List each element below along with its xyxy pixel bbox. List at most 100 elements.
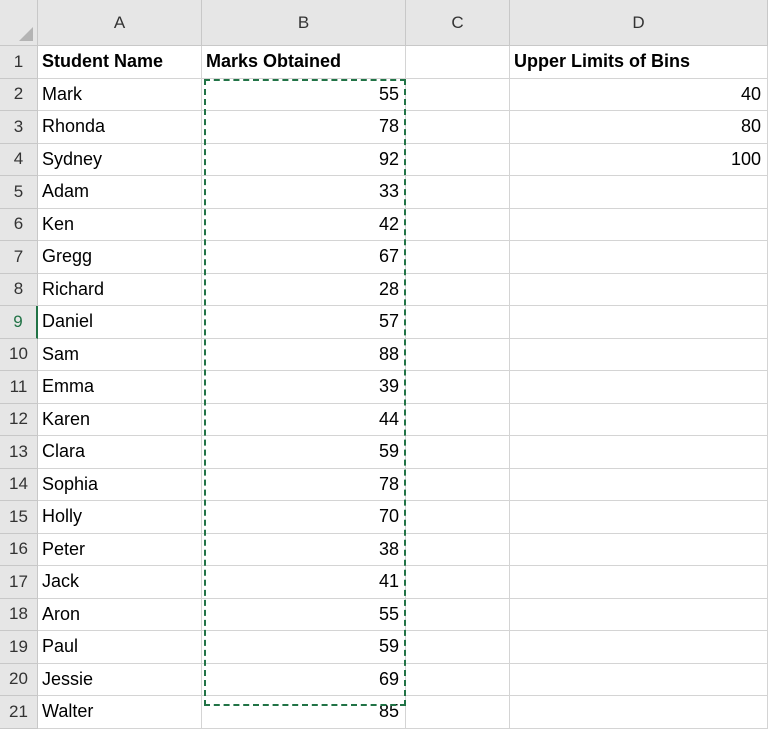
cell-d[interactable] — [510, 696, 768, 729]
row-header[interactable]: 5 — [0, 176, 38, 209]
cell-a[interactable]: Holly — [38, 501, 202, 534]
cell-b[interactable]: 59 — [202, 436, 406, 469]
row-header[interactable]: 16 — [0, 533, 38, 566]
row-header[interactable]: 6 — [0, 208, 38, 241]
column-header-c[interactable]: C — [406, 0, 510, 46]
cell-c[interactable] — [406, 338, 510, 371]
cell-a[interactable]: Emma — [38, 371, 202, 404]
cell-b[interactable]: 70 — [202, 501, 406, 534]
row-header[interactable]: 2 — [0, 78, 38, 111]
cell-a[interactable]: Peter — [38, 533, 202, 566]
cell-d[interactable]: 100 — [510, 143, 768, 176]
cell-b[interactable]: 55 — [202, 78, 406, 111]
cell-a[interactable]: Adam — [38, 176, 202, 209]
cell-b[interactable]: 42 — [202, 208, 406, 241]
cell-b[interactable]: 69 — [202, 663, 406, 696]
row-header[interactable]: 19 — [0, 631, 38, 664]
row-header[interactable]: 10 — [0, 338, 38, 371]
cell-d[interactable] — [510, 306, 768, 339]
cell-c[interactable] — [406, 501, 510, 534]
cell-a[interactable]: Gregg — [38, 241, 202, 274]
cell-b[interactable]: 33 — [202, 176, 406, 209]
cell-a[interactable]: Paul — [38, 631, 202, 664]
row-header[interactable]: 18 — [0, 598, 38, 631]
cell-c[interactable] — [406, 306, 510, 339]
cell-a[interactable]: Rhonda — [38, 111, 202, 144]
cell-d[interactable] — [510, 566, 768, 599]
cell-a[interactable]: Mark — [38, 78, 202, 111]
cell-d[interactable] — [510, 208, 768, 241]
cell-b[interactable]: 85 — [202, 696, 406, 729]
row-header[interactable]: 4 — [0, 143, 38, 176]
row-header[interactable]: 13 — [0, 436, 38, 469]
row-header[interactable]: 11 — [0, 371, 38, 404]
cell-b[interactable]: 44 — [202, 403, 406, 436]
cell-d[interactable] — [510, 436, 768, 469]
cell-d[interactable] — [510, 598, 768, 631]
cell-a[interactable]: Jack — [38, 566, 202, 599]
row-header[interactable]: 12 — [0, 403, 38, 436]
cell-c[interactable] — [406, 598, 510, 631]
cell-b[interactable]: 41 — [202, 566, 406, 599]
row-header[interactable]: 17 — [0, 566, 38, 599]
cell-c[interactable] — [406, 273, 510, 306]
cell-a[interactable]: Karen — [38, 403, 202, 436]
cell-a[interactable]: Student Name — [38, 46, 202, 79]
cell-a[interactable]: Walter — [38, 696, 202, 729]
row-header[interactable]: 8 — [0, 273, 38, 306]
select-all-corner[interactable] — [0, 0, 38, 46]
cell-a[interactable]: Daniel — [38, 306, 202, 339]
cell-b[interactable]: Marks Obtained — [202, 46, 406, 79]
cell-d[interactable]: 40 — [510, 78, 768, 111]
row-header[interactable]: 7 — [0, 241, 38, 274]
cell-d[interactable] — [510, 631, 768, 664]
cell-b[interactable]: 57 — [202, 306, 406, 339]
cell-d[interactable]: Upper Limits of Bins — [510, 46, 768, 79]
cell-a[interactable]: Sydney — [38, 143, 202, 176]
cell-b[interactable]: 88 — [202, 338, 406, 371]
cell-a[interactable]: Clara — [38, 436, 202, 469]
row-header[interactable]: 3 — [0, 111, 38, 144]
cell-b[interactable]: 92 — [202, 143, 406, 176]
cell-a[interactable]: Aron — [38, 598, 202, 631]
cell-c[interactable] — [406, 436, 510, 469]
column-header-a[interactable]: A — [38, 0, 202, 46]
cell-b[interactable]: 28 — [202, 273, 406, 306]
cell-d[interactable] — [510, 403, 768, 436]
row-header[interactable]: 9 — [0, 306, 38, 339]
cell-c[interactable] — [406, 241, 510, 274]
cell-d[interactable] — [510, 176, 768, 209]
cell-c[interactable] — [406, 176, 510, 209]
cell-d[interactable] — [510, 241, 768, 274]
cell-d[interactable] — [510, 371, 768, 404]
cell-c[interactable] — [406, 111, 510, 144]
cell-c[interactable] — [406, 78, 510, 111]
spreadsheet-grid[interactable]: A B C D 1 Student Name Marks Obtained Upper… — [0, 0, 768, 741]
cell-b[interactable]: 38 — [202, 533, 406, 566]
row-header[interactable]: 21 — [0, 696, 38, 729]
cell-c[interactable] — [406, 468, 510, 501]
cell-c[interactable] — [406, 46, 510, 79]
cell-b[interactable]: 78 — [202, 111, 406, 144]
cell-c[interactable] — [406, 403, 510, 436]
cell-a[interactable]: Richard — [38, 273, 202, 306]
cell-a[interactable]: Jessie — [38, 663, 202, 696]
column-header-d[interactable]: D — [510, 0, 768, 46]
cell-d[interactable] — [510, 273, 768, 306]
cell-c[interactable] — [406, 631, 510, 664]
cell-a[interactable]: Sophia — [38, 468, 202, 501]
cell-c[interactable] — [406, 696, 510, 729]
cell-d[interactable] — [510, 338, 768, 371]
cell-a[interactable]: Ken — [38, 208, 202, 241]
cell-b[interactable]: 39 — [202, 371, 406, 404]
cell-d[interactable] — [510, 501, 768, 534]
select-all-triangle-icon[interactable] — [19, 27, 33, 41]
cell-d[interactable]: 80 — [510, 111, 768, 144]
row-header[interactable]: 1 — [0, 46, 38, 79]
cell-b[interactable]: 55 — [202, 598, 406, 631]
cell-b[interactable]: 59 — [202, 631, 406, 664]
cell-d[interactable] — [510, 468, 768, 501]
cell-d[interactable] — [510, 533, 768, 566]
cell-c[interactable] — [406, 208, 510, 241]
column-header-b[interactable]: B — [202, 0, 406, 46]
